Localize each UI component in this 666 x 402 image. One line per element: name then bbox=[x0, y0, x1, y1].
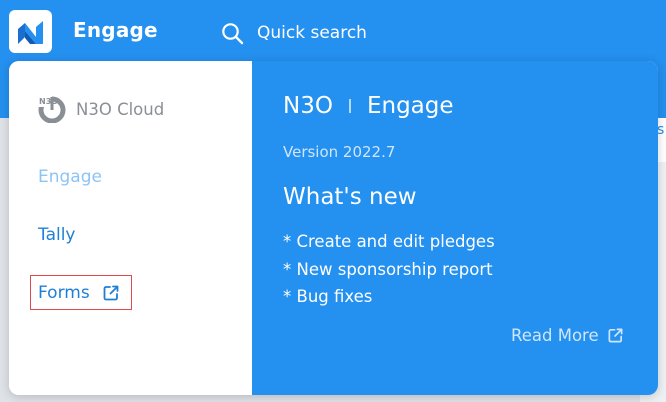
app-list-panel: N3O N3O Cloud Engage Tally Forms bbox=[9, 61, 252, 395]
app-switcher-popup: N3O N3O Cloud Engage Tally Forms N3O Eng… bbox=[9, 61, 658, 395]
release-header: N3O Engage bbox=[283, 93, 454, 119]
search-input[interactable] bbox=[257, 23, 457, 43]
cloud-label: N3O Cloud bbox=[76, 99, 165, 119]
read-more-label: Read More bbox=[511, 326, 599, 345]
feature-item: * Create and edit pledges bbox=[283, 232, 495, 251]
n3o-cloud-icon: N3O bbox=[38, 95, 66, 123]
feature-item: * New sponsorship report bbox=[283, 259, 493, 279]
svg-text:N3O: N3O bbox=[39, 97, 58, 106]
feature-list: * Create and edit pledges * New sponsors… bbox=[283, 232, 495, 315]
read-more-link[interactable]: Read More bbox=[511, 326, 624, 345]
app-link-engage[interactable]: Engage bbox=[38, 167, 102, 187]
feature-item: * Bug fixes bbox=[283, 287, 373, 306]
product-name: Engage bbox=[366, 93, 454, 119]
n3o-logo-icon[interactable] bbox=[9, 10, 52, 53]
app-link-forms-label: Forms bbox=[38, 282, 90, 303]
cloud-brand: N3O N3O Cloud bbox=[38, 95, 164, 123]
external-link-icon bbox=[608, 328, 623, 343]
release-info-panel: N3O Engage Version 2022.7 What's new * C… bbox=[252, 61, 658, 395]
external-link-icon bbox=[103, 285, 119, 300]
whats-new-title: What's new bbox=[283, 184, 417, 210]
background-partial-text: s bbox=[657, 122, 665, 138]
version-label: Version 2022.7 bbox=[283, 143, 396, 161]
app-link-tally[interactable]: Tally bbox=[38, 225, 76, 245]
app-title[interactable]: Engage bbox=[73, 18, 158, 42]
search-icon bbox=[222, 22, 244, 44]
brand-name: N3O bbox=[283, 93, 333, 119]
app-link-forms[interactable]: Forms bbox=[30, 275, 132, 310]
header-divider bbox=[348, 99, 351, 113]
quick-search[interactable] bbox=[221, 20, 457, 46]
